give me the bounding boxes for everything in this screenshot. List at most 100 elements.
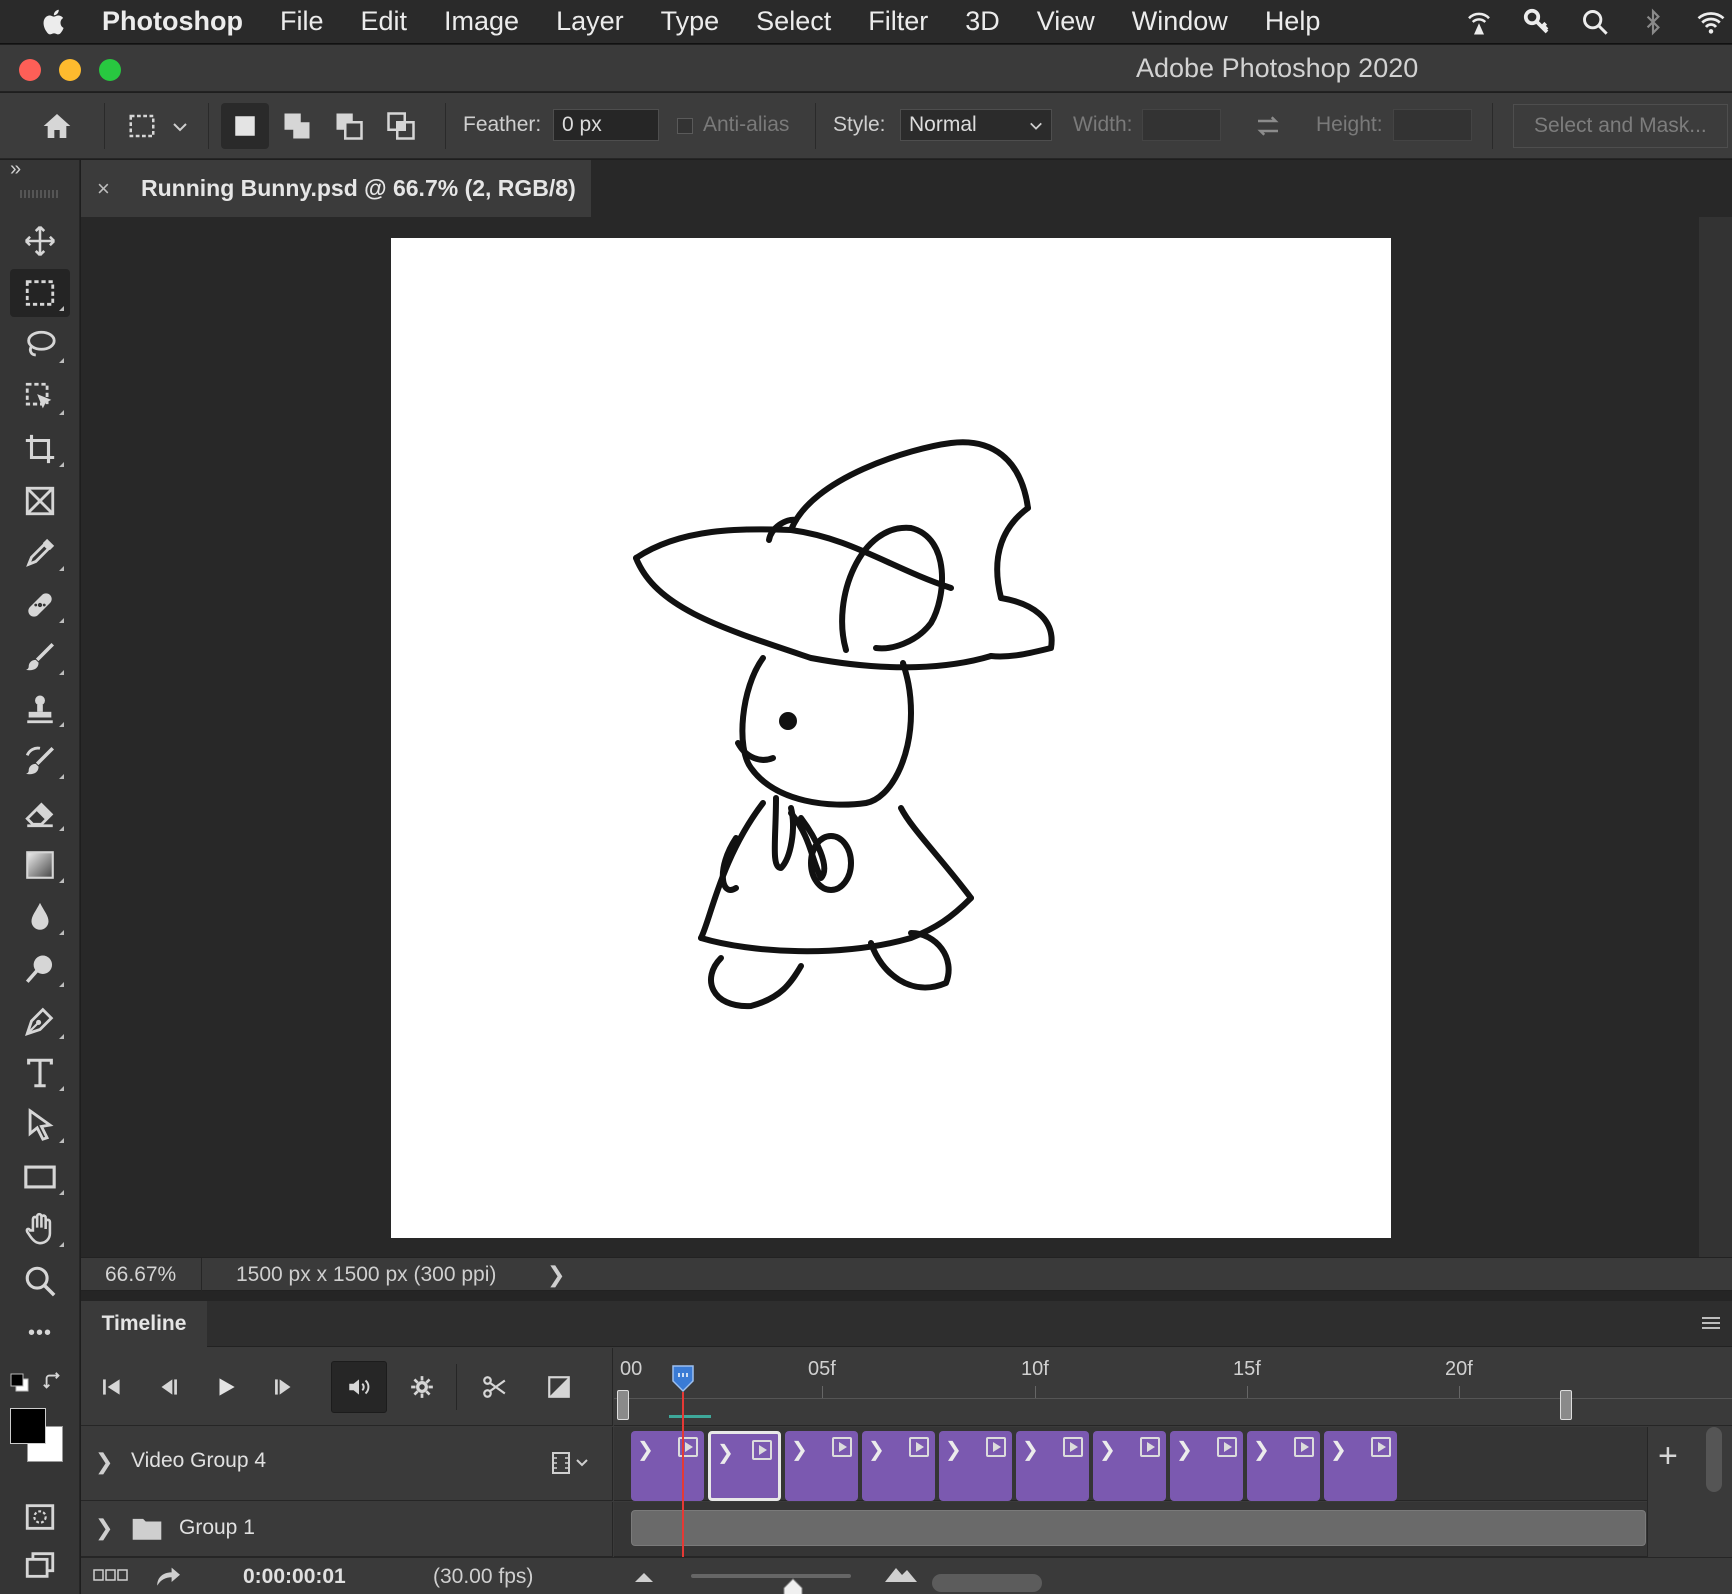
spot-healing-brush-tool-icon[interactable] [10,581,70,629]
document-canvas[interactable] [391,238,1391,1238]
menu-help[interactable]: Help [1265,6,1321,37]
type-tool-icon[interactable] [10,1049,70,1097]
clip-chevron-icon[interactable]: ❯ [637,1437,654,1462]
menu-image[interactable]: Image [444,6,519,37]
minimize-window-button[interactable] [59,59,81,81]
menu-3d[interactable]: 3D [965,6,1000,37]
play-button[interactable] [203,1366,249,1408]
zoom-out-timeline-icon[interactable] [633,1570,655,1589]
crop-tool-icon[interactable] [10,425,70,473]
intersect-selection-button[interactable] [377,103,425,149]
group-clip-bar[interactable] [631,1510,1646,1546]
pen-tool-icon[interactable] [10,997,70,1045]
menu-select[interactable]: Select [756,6,831,37]
new-selection-button[interactable] [221,103,269,149]
chevron-down-icon[interactable] [172,120,188,138]
clip-chevron-icon[interactable]: ❯ [1022,1437,1039,1462]
edit-toolbar-icon[interactable]: ••• [10,1309,70,1357]
track-group-1[interactable]: ❯ Group 1 [81,1502,613,1557]
film-strip-menu-icon[interactable] [551,1451,595,1480]
menu-layer[interactable]: Layer [556,6,624,37]
track-video-group-4[interactable]: ❯ Video Group 4 [81,1427,613,1501]
next-frame-button[interactable] [261,1366,307,1408]
frame-tool-icon[interactable] [10,477,70,525]
lasso-tool-icon[interactable] [10,321,70,369]
go-to-first-frame-button[interactable] [89,1366,135,1408]
apple-menu-icon[interactable] [40,7,70,37]
transition-button[interactable] [536,1366,582,1408]
search-icon[interactable] [1578,5,1612,39]
clip-play-icon[interactable] [1140,1437,1160,1457]
work-area-start-handle[interactable] [617,1390,629,1420]
brush-tool-icon[interactable] [10,633,70,681]
foreground-color-swatch[interactable] [10,1408,46,1444]
video-frame-clip[interactable]: ❯ [1247,1431,1320,1501]
clip-play-icon[interactable] [678,1437,698,1457]
video-group-track-area[interactable]: ❯ ❯ ❯ ❯ ❯ ❯ ❯ ❯ ❯ ❯ [614,1427,1732,1501]
status-menu-chevron-icon[interactable]: ❯ [547,1262,565,1288]
close-tab-icon[interactable]: × [97,176,129,202]
video-frame-clip[interactable]: ❯ [1016,1431,1089,1501]
eraser-tool-icon[interactable] [10,789,70,837]
clip-chevron-icon[interactable]: ❯ [791,1437,808,1462]
expand-chevron-icon[interactable]: ❯ [95,1515,113,1541]
add-media-button[interactable]: + [1658,1437,1678,1476]
feather-input[interactable]: 0 px [553,109,659,141]
blur-tool-icon[interactable] [10,893,70,941]
video-frame-clip[interactable]: ❯ [785,1431,858,1501]
clip-chevron-icon[interactable]: ❯ [1176,1437,1193,1462]
clip-chevron-icon[interactable]: ❯ [1099,1437,1116,1462]
video-frame-clip[interactable]: ❯ [631,1431,704,1501]
zoom-tool-icon[interactable] [10,1257,70,1305]
timeline-zoom-slider-track[interactable] [691,1574,851,1578]
swap-width-height-icon[interactable] [1252,111,1284,146]
menu-view[interactable]: View [1037,6,1095,37]
document-tab[interactable]: × Running Bunny.psd @ 66.7% (2, RGB/8) [81,160,591,217]
render-video-icon[interactable] [153,1564,183,1593]
panel-menu-icon[interactable] [1698,1311,1728,1337]
clip-chevron-icon[interactable]: ❯ [868,1437,885,1462]
clip-play-icon[interactable] [1294,1437,1314,1457]
style-select[interactable]: Normal [900,109,1052,141]
current-timecode[interactable]: 0:00:00:01 [243,1565,346,1589]
collapse-panel-icon[interactable]: » [10,158,21,181]
subtract-from-selection-button[interactable] [325,103,373,149]
home-button[interactable] [32,103,82,149]
previous-frame-button[interactable] [145,1366,191,1408]
timeline-zoom-slider-thumb[interactable] [781,1578,805,1594]
video-frame-clip[interactable]: ❯ [1170,1431,1243,1501]
default-colors-icon[interactable] [10,1373,30,1398]
menu-edit[interactable]: Edit [361,6,408,37]
clip-chevron-icon[interactable]: ❯ [1330,1437,1347,1462]
screen-mode-icon[interactable] [10,1541,70,1589]
bluetooth-icon[interactable] [1636,5,1670,39]
video-frame-clip[interactable]: ❯ [862,1431,935,1501]
menu-filter[interactable]: Filter [868,6,928,37]
hand-tool-icon[interactable] [10,1205,70,1253]
key-icon[interactable] [1520,5,1554,39]
airdrop-icon[interactable] [1462,5,1496,39]
zoom-window-button[interactable] [99,59,121,81]
object-selection-tool-icon[interactable] [10,373,70,421]
move-tool-icon[interactable] [10,217,70,265]
clip-chevron-icon[interactable]: ❯ [717,1440,734,1465]
timeline-tab[interactable]: Timeline [81,1301,207,1347]
quick-mask-icon[interactable] [10,1493,70,1541]
eyedropper-tool-icon[interactable] [10,529,70,577]
swap-colors-icon[interactable] [42,1371,64,1398]
width-input[interactable] [1142,109,1221,141]
convert-to-frame-animation-icon[interactable] [93,1567,129,1588]
clip-chevron-icon[interactable]: ❯ [1253,1437,1270,1462]
zoom-level-field[interactable]: 66.67% [105,1263,176,1287]
marquee-preset-button[interactable] [118,103,166,149]
work-area-end-handle[interactable] [1560,1390,1572,1420]
expand-chevron-icon[interactable]: ❯ [95,1449,113,1475]
gradient-tool-icon[interactable] [10,841,70,889]
split-at-playhead-button[interactable] [471,1366,517,1408]
clip-chevron-icon[interactable]: ❯ [945,1437,962,1462]
history-brush-tool-icon[interactable] [10,737,70,785]
zoom-in-timeline-icon[interactable] [883,1564,919,1589]
group-1-track-area[interactable] [614,1502,1732,1557]
rectangle-tool-icon[interactable] [10,1153,70,1201]
playback-settings-button[interactable] [399,1366,445,1408]
